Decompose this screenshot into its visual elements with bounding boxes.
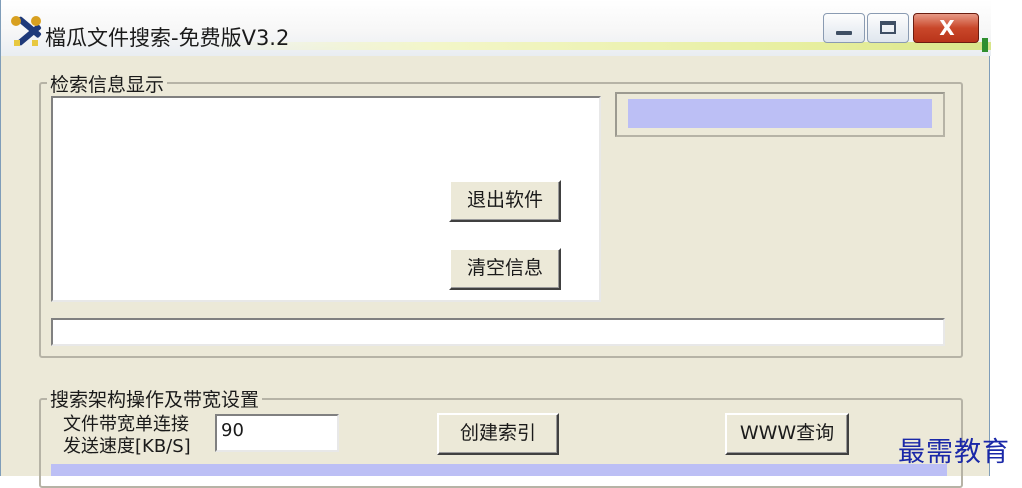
minimize-icon [836,31,852,35]
search-info-group-title: 检索信息显示 [47,70,168,97]
title-bar-highlight [201,42,991,50]
www-query-button[interactable]: WWW查询 [725,413,849,455]
close-icon: X [939,16,955,40]
minimize-button[interactable] [823,13,865,43]
exit-button[interactable]: 退出软件 [449,180,561,222]
title-bar[interactable]: 檔瓜文件搜索-免费版V3.2 X [1,0,991,56]
status-panel [615,92,945,137]
tools-icon[interactable] [9,14,43,48]
bottom-status-bar [51,464,947,476]
maximize-button[interactable] [867,13,909,43]
status-indicator-bar [628,99,932,128]
bandwidth-speed-input[interactable]: 90 [215,414,339,452]
settings-group-title: 搜索架构操作及带宽设置 [47,385,263,412]
close-button[interactable]: X [913,13,979,43]
app-window: 檔瓜文件搜索-免费版V3.2 X 检索信息显示 退出软件 清空信息 搜索架构操作… [0,0,991,488]
clear-info-button[interactable]: 清空信息 [449,248,561,290]
progress-field [51,318,945,346]
watermark-text: 最需教育 [898,437,1010,468]
title-bar-corner-accent [982,38,988,52]
bandwidth-label-line2: 发送速度[KB/S] [63,436,191,457]
bandwidth-label-line1: 文件带宽单连接 [63,414,189,435]
create-index-button[interactable]: 创建索引 [437,413,559,455]
window-title: 檔瓜文件搜索-免费版V3.2 [45,26,290,50]
maximize-icon [880,21,896,34]
